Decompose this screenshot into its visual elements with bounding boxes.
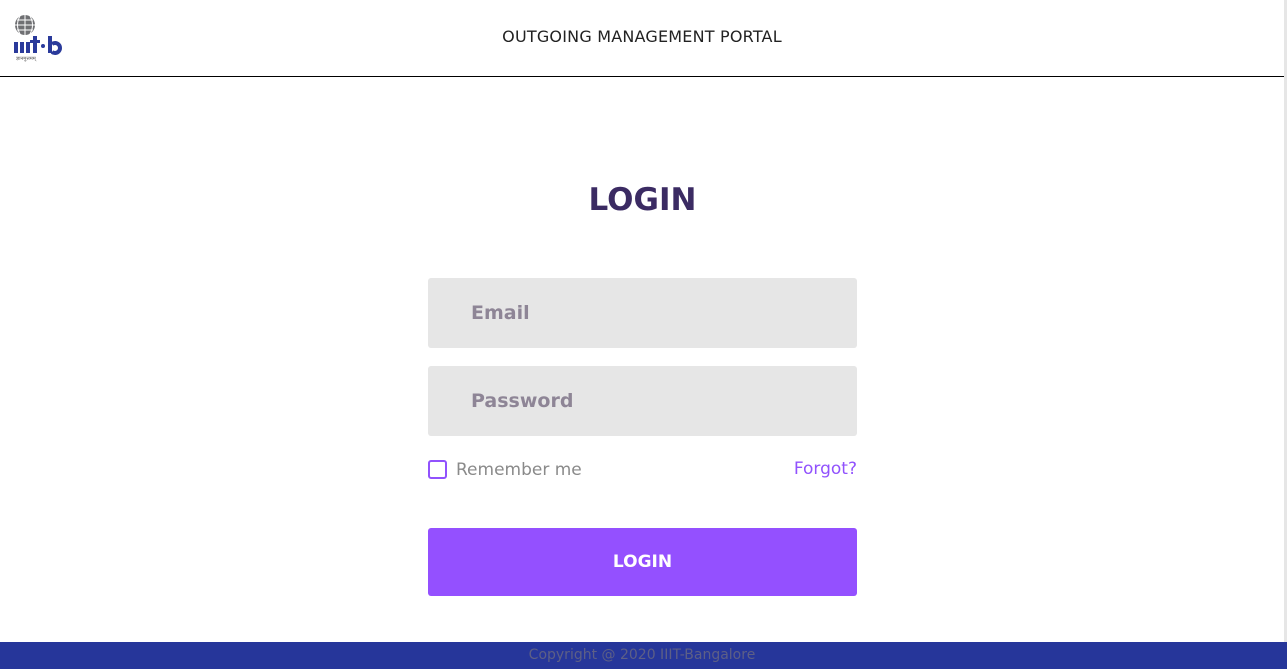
login-heading: LOGIN	[588, 182, 697, 218]
svg-text:ज्ञानमुत्तमम्: ज्ञानमुत्तमम्	[16, 56, 37, 62]
footer: Copyright @ 2020 IIIT-Bangalore	[0, 642, 1287, 669]
remember-me-label[interactable]: Remember me	[456, 460, 582, 480]
email-field[interactable]	[428, 278, 857, 348]
remember-me-checkbox[interactable]	[428, 460, 447, 479]
login-button[interactable]: LOGIN	[428, 528, 857, 596]
portal-title: OUTGOING MANAGEMENT PORTAL	[502, 27, 782, 46]
copyright-text: Copyright @ 2020 IIIT-Bangalore	[528, 647, 756, 663]
top-header: ज्ञानमुत्तमम् OUTGOING MANAGEMENT PORTAL	[0, 0, 1284, 77]
login-page: ज्ञानमुत्तमम् OUTGOING MANAGEMENT PORTAL…	[0, 0, 1287, 669]
forgot-password-link[interactable]: Forgot?	[794, 459, 857, 479]
password-field[interactable]	[428, 366, 857, 436]
